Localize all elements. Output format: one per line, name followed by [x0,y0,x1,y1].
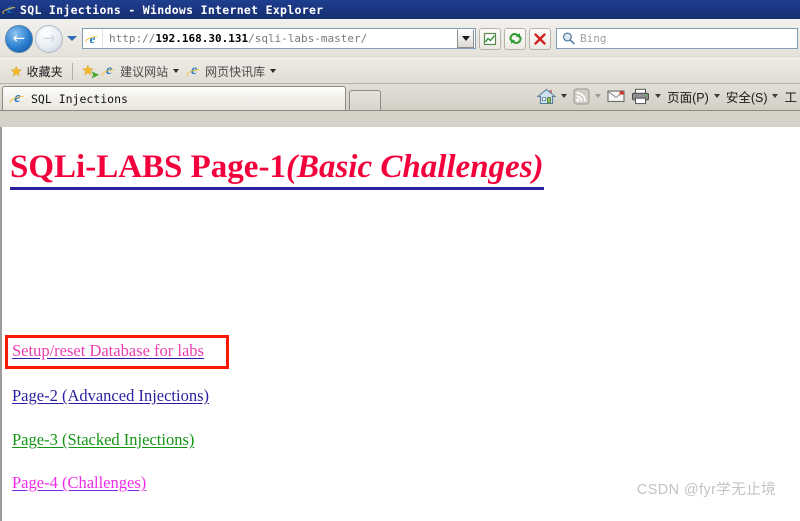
ie-logo-icon: e [84,32,100,45]
add-to-favorites-bar-button[interactable]: ★ ➤ [78,61,100,81]
command-bar: 页面(P) 安全(S) 工 [534,84,800,108]
mail-button[interactable] [604,85,628,107]
safety-menu[interactable]: 安全(S) [723,85,782,107]
stop-button[interactable] [529,27,551,50]
forward-button[interactable]: → [35,24,63,53]
link-page-2-advanced-injections[interactable]: Page-2 (Advanced Injections) [12,386,209,406]
safety-menu-label: 安全(S) [725,90,768,105]
browser-window: e SQL Injections - Windows Internet Expl… [0,0,800,521]
address-bar[interactable]: e http://192.168.30.131/sqli-labs-master… [82,28,476,49]
search-magnifier-icon [562,32,575,45]
printer-icon [632,88,650,104]
link-page-3-stacked-injections[interactable]: Page-3 (Stacked Injections) [12,430,194,450]
home-button[interactable] [534,85,570,107]
favorites-center-button[interactable]: ★ 收藏夹 [6,61,67,81]
chevron-down-icon [655,94,662,98]
chevron-down-icon [561,94,568,98]
ie-logo-icon: e [100,64,117,78]
refresh-button[interactable] [504,27,526,50]
forward-arrow-icon: → [42,29,56,47]
page-menu-label: 页面(P) [667,90,709,105]
link-setup-reset-database[interactable]: Setup/reset Database for labs [12,341,204,361]
tab-label: SQL Injections [31,91,128,106]
chevron-down-icon [461,36,470,41]
back-button[interactable]: ← [5,24,33,53]
home-icon [537,88,557,104]
back-arrow-icon: ← [12,29,26,47]
chevron-down-icon [772,94,779,98]
chevron-down-icon [713,94,720,98]
mail-icon [607,90,625,103]
star-add-icon: ★ ➤ [81,62,100,81]
favorites-item-label: 建议网站 [120,64,169,79]
address-site-icon: e [83,29,103,48]
chevron-down-icon [67,36,77,41]
refresh-icon [508,33,522,44]
link-label: Page-3 (Stacked Injections) [12,430,195,449]
favorites-bar: ★ 收藏夹 ★ ➤ e 建议网站 e 网页快讯库 [0,58,800,84]
page-title: SQLi-LABS Page-1(Basic Challenges) [10,149,544,191]
new-tab-button[interactable] [349,90,381,110]
link-page-4-challenges[interactable]: Page-4 (Challenges) [12,473,146,493]
search-box[interactable]: Bing [556,28,798,49]
ie-logo-icon: e [8,91,26,106]
tools-menu-label: 工 [784,90,797,105]
compatibility-view-icon [483,32,497,45]
tab-sql-injections[interactable]: e SQL Injections [2,86,346,110]
compatibility-view-button[interactable] [479,27,501,50]
ie-logo-icon: e [1,2,18,17]
link-label: Page-4 (Challenges) [12,473,147,492]
favorites-label: 收藏夹 [26,64,63,79]
star-icon: ★ [10,63,23,79]
print-button[interactable] [628,85,664,107]
window-title: SQL Injections - Windows Internet Explor… [20,2,324,17]
chevron-down-icon [173,69,180,73]
tab-bar: e SQL Injections 页面(P) 安全(S) 工 [0,84,800,111]
rss-feed-icon [573,88,590,104]
url-path: /sqli-labs-master/ [248,32,368,45]
title-bar: e SQL Injections - Windows Internet Expl… [0,0,800,19]
favorites-item-label: 网页快讯库 [205,64,266,79]
address-dropdown-button[interactable] [457,29,474,48]
feeds-button[interactable] [570,85,604,107]
favorites-item-suggested-sites[interactable]: e 建议网站 [98,61,183,81]
stop-x-icon [534,32,546,45]
navigation-bar: ← → e http://192.168.30.131/sqli-labs-ma… [0,19,800,58]
recent-pages-button[interactable] [65,20,79,58]
chevron-down-icon [595,94,602,98]
watermark-text: CSDN @fyr学无止境 [636,482,776,498]
ie-logo-icon: e [185,64,202,78]
favorites-item-web-slice-gallery[interactable]: e 网页快讯库 [183,61,280,81]
chevron-down-icon [270,69,277,73]
search-input[interactable]: Bing [577,32,607,45]
url-host: 192.168.30.131 [155,32,249,45]
page-title-main: SQLi-LABS Page-1 [10,149,286,185]
page-title-italic: (Basic Challenges) [285,149,544,185]
toolbar-divider [71,62,73,80]
url-scheme: http:// [109,32,156,45]
page-menu[interactable]: 页面(P) [664,85,723,107]
link-label: Page-2 (Advanced Injections) [12,386,210,405]
link-label: Setup/reset Database for labs [12,341,204,360]
page-content: SQLi-LABS Page-1(Basic Challenges) Setup… [0,127,800,521]
tools-menu[interactable]: 工 [781,85,800,107]
address-input[interactable]: http://192.168.30.131/sqli-labs-master/ [103,32,457,45]
